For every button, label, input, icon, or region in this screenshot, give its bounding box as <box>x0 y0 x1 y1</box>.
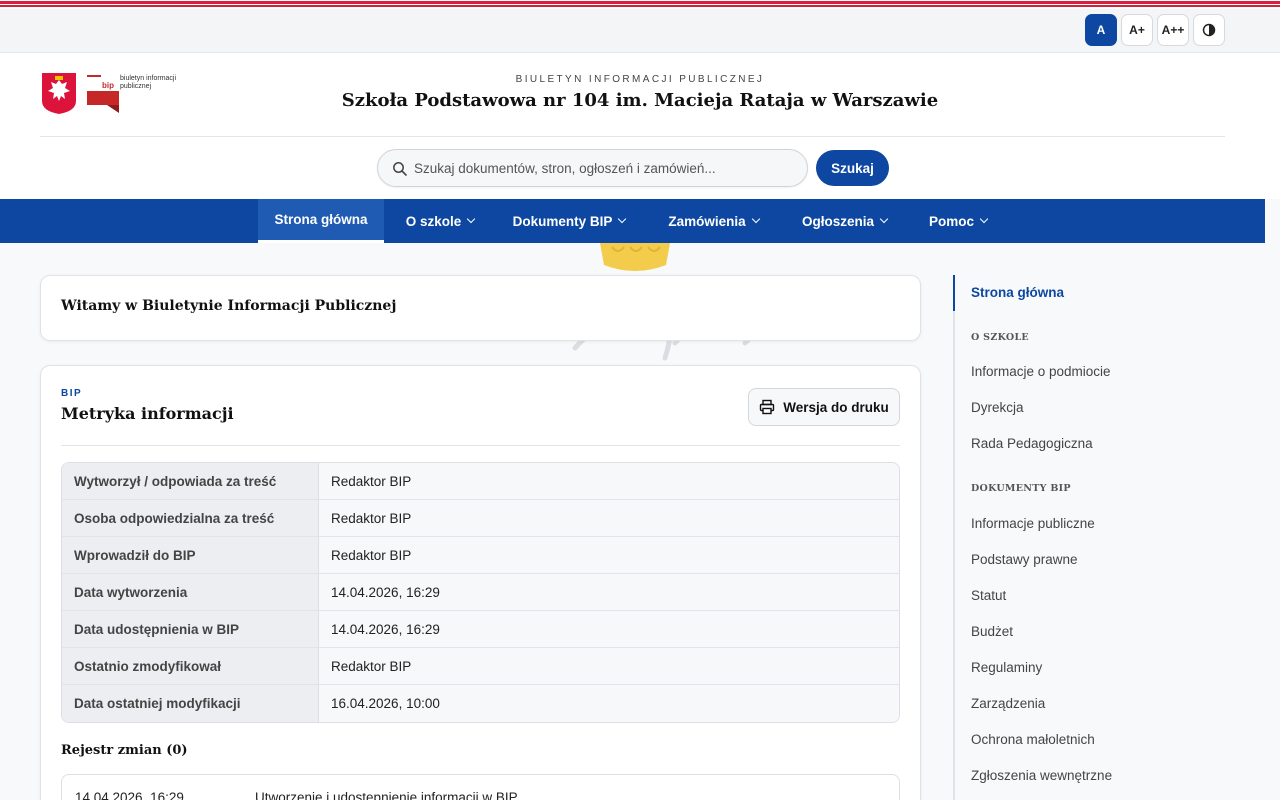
table-row: Data ostatniej modyfikacji 16.04.2026, 10… <box>62 685 899 722</box>
chevron-down-icon <box>618 214 627 224</box>
printer-icon <box>760 399 775 415</box>
metadata-table: Wytworzył / odpowiada za treść Redaktor B… <box>61 462 900 723</box>
metadata-value: Redaktor BIP <box>319 537 899 574</box>
sidebar-item-zarzadzenia[interactable]: Zarządzenia <box>971 696 1045 711</box>
sidebar-item-budzet[interactable]: Budżet <box>971 624 1013 639</box>
font-size-largest-button[interactable]: A++ <box>1157 14 1189 46</box>
site-header: bip biuletyn informacji publicznej BIULE… <box>0 53 1280 199</box>
page-title: Szkoła Podstawowa nr 104 im. Macieja Rat… <box>341 90 939 111</box>
nav-item-label: Strona główna <box>274 212 368 227</box>
table-row: Wprowadził do BIP Redaktor BIP <box>62 537 899 574</box>
change-register-table: 14.04.2026, 16:29 Utworzenie i udostępni… <box>61 774 900 800</box>
print-button[interactable]: Wersja do druku <box>748 388 900 426</box>
welcome-title: Witamy w Biuletynie Informacji Publiczne… <box>61 298 397 314</box>
metadata-value: 16.04.2026, 10:00 <box>319 685 899 722</box>
print-button-label: Wersja do druku <box>783 399 889 415</box>
sidebar-item-dyrekcja[interactable]: Dyrekcja <box>971 400 1024 415</box>
search-button[interactable]: Szukaj <box>816 150 889 186</box>
sidebar-item-podstawy-prawne[interactable]: Podstawy prawne <box>971 552 1078 567</box>
metadata-key: Ostatnio zmodyfikował <box>62 648 319 685</box>
sidebar-heading-dokumenty-bip: DOKUMENTY BIP <box>971 483 1071 494</box>
top-flag-stripe <box>0 0 1280 9</box>
table-row: Data udostępnienia w BIP 14.04.2026, 16:2… <box>62 611 899 648</box>
search-input[interactable] <box>414 150 799 186</box>
metadata-card: BIP Metryka informacji Wersja do druku W… <box>40 365 921 800</box>
metadata-key: Data udostępnienia w BIP <box>62 611 319 648</box>
sidebar-heading-o-szkole: O SZKOLE <box>971 332 1029 343</box>
metadata-key: Osoba odpowiedzialna za treść <box>62 500 319 537</box>
header-divider <box>40 136 1225 137</box>
sidebar-item-informacje-publiczne[interactable]: Informacje publiczne <box>971 516 1095 531</box>
metadata-key: Data wytworzenia <box>62 574 319 611</box>
nav-item-dokumenty-bip[interactable]: Dokumenty BIP <box>502 199 636 243</box>
font-size-larger-button[interactable]: A+ <box>1121 14 1153 46</box>
metadata-divider <box>61 445 900 446</box>
metadata-value: Redaktor BIP <box>319 648 899 685</box>
nav-item-label: Ogłoszenia <box>801 213 874 229</box>
sidebar-item-home[interactable]: Strona główna <box>971 285 1064 300</box>
table-row: Osoba odpowiedzialna za treść Redaktor BI… <box>62 500 899 537</box>
change-register-description: Utworzenie i udostępnienie informacji w … <box>255 790 518 800</box>
chevron-down-icon <box>467 214 476 224</box>
nav-item-o-szkole[interactable]: O szkole <box>394 199 486 243</box>
sidebar-item-ochrona-maloletnich[interactable]: Ochrona małoletnich <box>971 732 1095 747</box>
metadata-value: Redaktor BIP <box>319 463 899 500</box>
nav-item-pomoc[interactable]: Pomoc <box>918 199 998 243</box>
sidebar-rail <box>953 275 955 800</box>
change-register-title: Rejestr zmian (0) <box>61 743 188 758</box>
nav-item-label: Dokumenty BIP <box>512 213 613 229</box>
metadata-value: 14.04.2026, 16:29 <box>319 574 899 611</box>
table-row: Wytworzył / odpowiada za treść Redaktor B… <box>62 463 899 500</box>
chevron-down-icon <box>879 214 889 224</box>
metadata-value: 14.04.2026, 16:29 <box>319 611 899 648</box>
sidebar-item-rada-pedagogiczna[interactable]: Rada Pedagogiczna <box>971 436 1093 451</box>
sidebar-item-statut[interactable]: Statut <box>971 588 1006 603</box>
sidebar-item-informacje-o-podmiocie[interactable]: Informacje o podmiocie <box>971 364 1111 379</box>
metadata-value: Redaktor BIP <box>319 500 899 537</box>
search-box <box>377 149 808 187</box>
chevron-down-icon <box>979 214 989 224</box>
nav-item-zamowienia[interactable]: Zamówienia <box>655 199 772 243</box>
nav-item-label: O szkole <box>405 213 462 229</box>
accessibility-bar: A A+ A++ <box>0 9 1280 53</box>
change-register-date: 14.04.2026, 16:29 <box>75 790 184 800</box>
contrast-icon <box>1202 23 1216 37</box>
nav-item-home[interactable]: Strona główna <box>258 199 384 243</box>
metadata-title: Metryka informacji <box>61 404 234 423</box>
metadata-key: Data ostatniej modyfikacji <box>62 685 319 722</box>
sidebar-active-indicator <box>953 275 955 311</box>
section-kicker: BIP <box>61 388 83 399</box>
metadata-key: Wprowadził do BIP <box>62 537 319 574</box>
contrast-toggle-button[interactable] <box>1193 14 1225 46</box>
table-row: Ostatnio zmodyfikował Redaktor BIP <box>62 648 899 685</box>
font-size-normal-button[interactable]: A <box>1085 14 1117 46</box>
nav-item-ogloszenia[interactable]: Ogłoszenia <box>789 199 900 243</box>
welcome-card: Witamy w Biuletynie Informacji Publiczne… <box>40 275 921 341</box>
chevron-down-icon <box>751 214 760 224</box>
search-icon <box>393 162 407 176</box>
page-kicker: BIULETYN INFORMACJI PUBLICZNEJ <box>515 74 765 85</box>
sidebar-item-zgloszenia-wewnetrzne[interactable]: Zgłoszenia wewnętrzne <box>971 768 1112 783</box>
metadata-key: Wytworzył / odpowiada za treść <box>62 463 319 500</box>
sidebar-item-regulaminy[interactable]: Regulaminy <box>971 660 1042 675</box>
nav-item-label: Pomoc <box>928 213 974 229</box>
table-row: Data wytworzenia 14.04.2026, 16:29 <box>62 574 899 611</box>
main-nav: Strona główna O szkole Dokumenty BIP Zam… <box>0 199 1265 243</box>
sidebar-nav: Strona główna O SZKOLE Informacje o podm… <box>953 275 1253 800</box>
nav-item-label: Zamówienia <box>668 213 746 229</box>
